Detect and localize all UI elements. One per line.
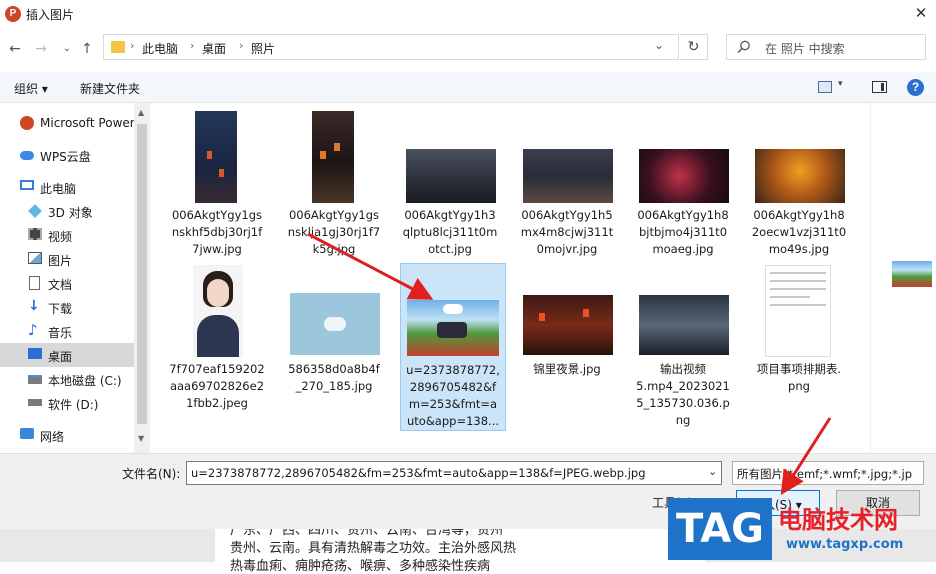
watermark-title: 电脑技术网 bbox=[778, 506, 898, 534]
watermark-logo: TAG bbox=[668, 498, 772, 560]
arrow-to-insert-button bbox=[780, 417, 832, 496]
arrow-to-selected-file bbox=[307, 232, 434, 300]
watermark-url: www.tagxp.com bbox=[786, 537, 904, 552]
annotation-arrows bbox=[307, 232, 832, 496]
